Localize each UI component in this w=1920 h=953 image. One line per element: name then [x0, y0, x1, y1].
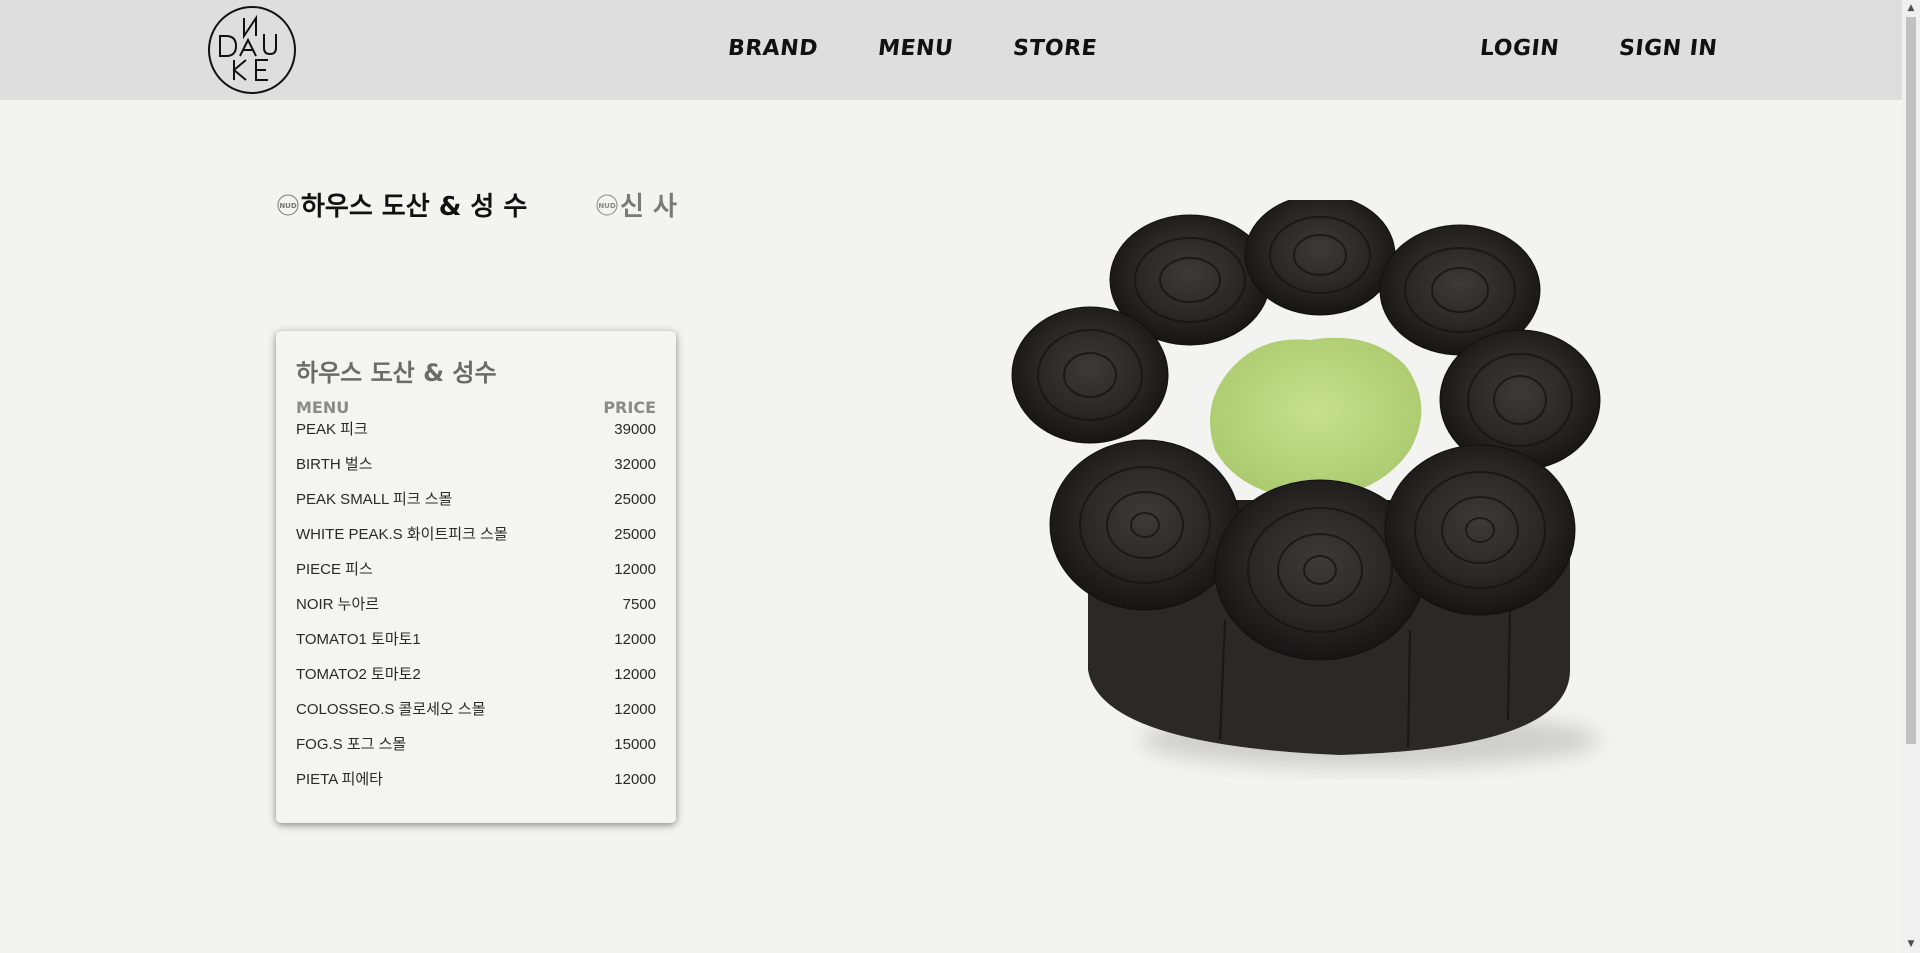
svg-text:NUD: NUD	[279, 202, 297, 210]
svg-text:NUD: NUD	[598, 202, 616, 210]
nudake-logo[interactable]	[206, 4, 298, 96]
menu-item-row: COLOSSEO.S 콜로세오 스몰 12000	[296, 699, 656, 734]
scroll-up-arrow-icon[interactable]: ▲	[1902, 0, 1920, 17]
menu-item-row: NOIR 누아르 7500	[296, 594, 656, 629]
menu-item-name: WHITE PEAK.S 화이트피크 스몰	[296, 526, 508, 543]
menu-item-row: FOG.S 포그 스몰 15000	[296, 734, 656, 769]
menu-item-name: TOMATO2 토마토2	[296, 666, 421, 683]
menu-item-row: PIECE 피스 12000	[296, 559, 656, 594]
scroll-down-arrow-icon[interactable]: ▼	[1902, 936, 1920, 953]
menu-card-title: 하우스 도산 & 성수	[296, 359, 497, 387]
menu-item-price: 12000	[614, 561, 656, 578]
menu-item-price: 12000	[614, 701, 656, 718]
menu-item-row: TOMATO1 토마토1 12000	[296, 629, 656, 664]
menu-item-name: NOIR 누아르	[296, 596, 380, 613]
menu-item-row: PEAK 피크 39000	[296, 419, 656, 454]
column-header-price: PRICE	[603, 398, 656, 417]
menu-item-price: 25000	[614, 491, 656, 508]
nav-sign-in[interactable]: SIGN IN	[1618, 36, 1719, 61]
nav-login[interactable]: LOGIN	[1479, 36, 1561, 61]
menu-item-row: PEAK SMALL 피크 스몰 25000	[296, 489, 656, 524]
main-nav: BRAND MENU STORE	[727, 36, 1157, 61]
menu-item-price: 7500	[622, 596, 656, 613]
nudake-mini-logo-icon: NUD	[596, 194, 618, 215]
menu-item-price: 25000	[614, 526, 656, 543]
menu-item-price: 12000	[614, 771, 656, 788]
menu-item-price: 12000	[614, 666, 656, 683]
menu-item-name: BIRTH 벌스	[296, 456, 373, 473]
menu-item-row: PIETA 피에타 12000	[296, 769, 656, 804]
menu-item-name: FOG.S 포그 스몰	[296, 736, 407, 753]
page: BRAND MENU STORE LOGIN SIGN IN NUD 하우스 도…	[0, 0, 1920, 953]
menu-item-name: PEAK 피크	[296, 421, 368, 438]
nudake-mini-logo-icon: NUD	[277, 194, 299, 215]
menu-item-name: TOMATO1 토마토1	[296, 631, 421, 648]
menu-table-header: MENU PRICE	[296, 397, 656, 419]
store-tab-sinsa[interactable]: NUD 신 사	[596, 186, 677, 223]
menu-card: 하우스 도산 & 성수 MENU PRICE PEAK 피크 39000 BIRTH…	[276, 331, 676, 823]
menu-list: PEAK 피크 39000 BIRTH 벌스 32000 PEAK SMALL 피크 스…	[296, 419, 656, 804]
menu-item-price: 12000	[614, 631, 656, 648]
column-header-menu: MENU	[296, 398, 350, 417]
product-image	[1011, 200, 1601, 768]
menu-item-row: BIRTH 벌스 32000	[296, 454, 656, 489]
menu-item-row: WHITE PEAK.S 화이트피크 스몰 25000	[296, 524, 656, 559]
menu-item-name: PIECE 피스	[296, 561, 373, 578]
menu-item-price: 39000	[614, 421, 656, 438]
scrollbar-thumb[interactable]	[1906, 17, 1916, 744]
menu-item-name: COLOSSEO.S 콜로세오 스몰	[296, 701, 486, 718]
site-header: BRAND MENU STORE LOGIN SIGN IN	[0, 0, 1902, 100]
nav-menu[interactable]: MENU	[877, 36, 955, 61]
store-tab-label: 하우스 도산 & 성 수	[301, 192, 528, 222]
menu-item-name: PEAK SMALL 피크 스몰	[296, 491, 453, 508]
auth-nav: LOGIN SIGN IN	[1479, 36, 1777, 61]
vertical-scrollbar[interactable]: ▲ ▼	[1902, 0, 1920, 953]
store-tab-dosan-seongsu[interactable]: NUD 하우스 도산 & 성 수	[277, 186, 527, 223]
nav-brand[interactable]: BRAND	[727, 36, 820, 61]
menu-item-row: TOMATO2 토마토2 12000	[296, 664, 656, 699]
menu-item-price: 15000	[614, 736, 656, 753]
menu-item-price: 32000	[614, 456, 656, 473]
menu-item-name: PIETA 피에타	[296, 771, 383, 788]
store-tab-label: 신 사	[620, 192, 677, 222]
nav-store[interactable]: STORE	[1012, 36, 1099, 61]
